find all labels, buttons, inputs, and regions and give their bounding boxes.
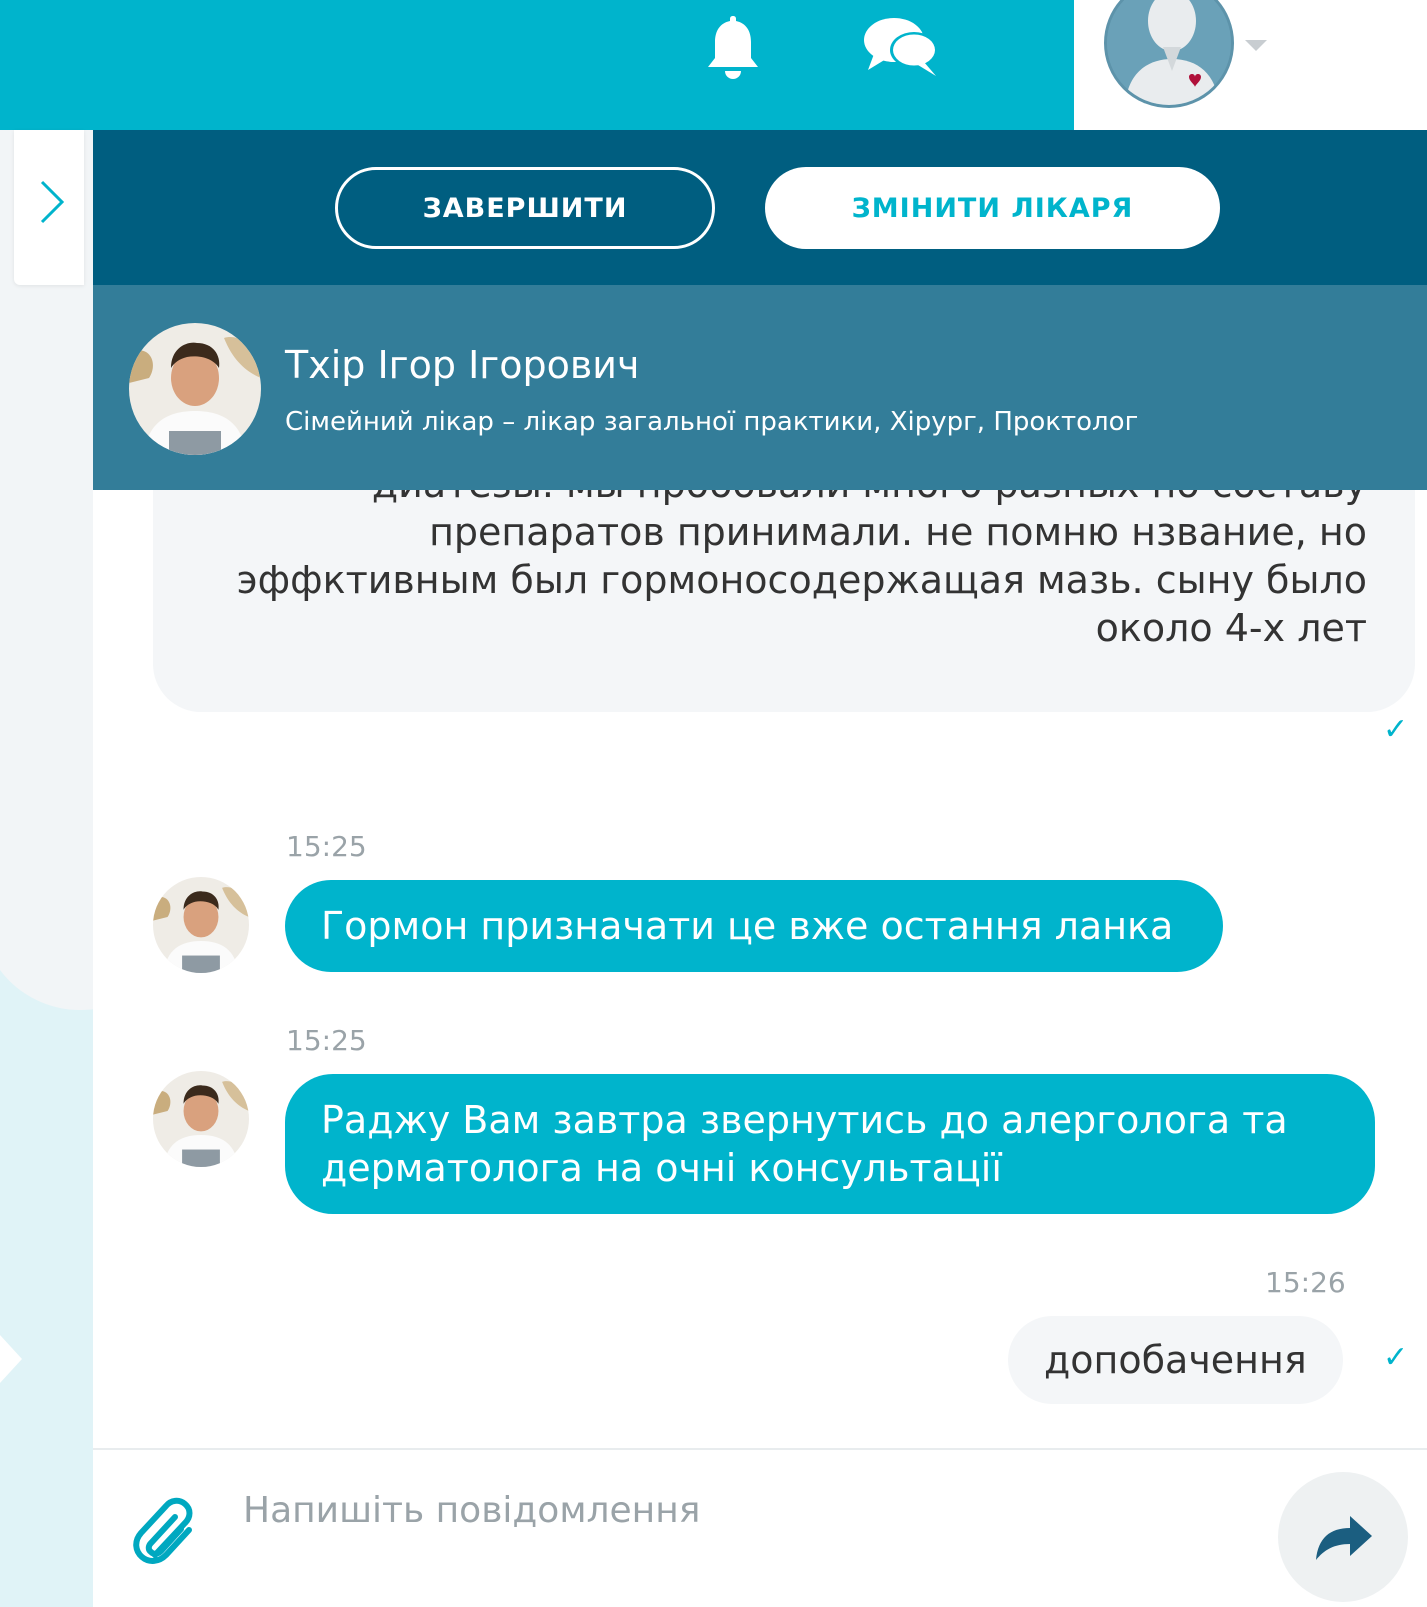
doctor-avatar-small xyxy=(153,877,249,973)
read-check-icon: ✓ xyxy=(1383,712,1409,747)
chat-messages: у моего сташего сына в маленьком возраст… xyxy=(93,490,1427,1450)
finish-consultation-button[interactable]: ЗАВЕРШИТИ xyxy=(335,167,715,249)
top-bar xyxy=(0,0,1074,130)
doctor-info-panel: Тхір Ігор Ігорович Сімейний лікар – ліка… xyxy=(93,285,1427,490)
left-decoration-arrow xyxy=(0,1335,22,1383)
doctor-message-bubble: Раджу Вам завтра звернутись до алерголог… xyxy=(285,1074,1375,1214)
user-message-bubble: у моего сташего сына в маленьком возраст… xyxy=(153,490,1415,712)
chevron-right-icon xyxy=(40,180,65,224)
sidebar-toggle-button[interactable] xyxy=(14,130,84,285)
left-decoration xyxy=(0,920,93,1607)
message-time: 15:25 xyxy=(286,1024,367,1057)
user-message-text: у моего сташего сына в маленьком возраст… xyxy=(236,490,1367,650)
consultation-action-bar xyxy=(93,130,1427,285)
doctor-avatar-small xyxy=(153,1071,249,1167)
message-time: 15:26 xyxy=(1265,1266,1346,1299)
send-arrow-icon xyxy=(1316,1516,1372,1560)
send-button[interactable] xyxy=(1278,1472,1408,1602)
doctor-message-bubble: Гормон призначати це вже остання ланка xyxy=(285,880,1223,972)
message-composer xyxy=(93,1448,1427,1607)
paperclip-icon[interactable] xyxy=(133,1495,203,1570)
doctor-avatar[interactable] xyxy=(129,323,261,455)
doctor-specialization: Сімейний лікар – лікар загальної практик… xyxy=(285,407,1139,437)
message-time: 15:25 xyxy=(286,830,367,863)
doctor-name: Тхір Ігор Ігорович xyxy=(285,343,640,387)
change-doctor-button[interactable]: ЗМІНИТИ ЛІКАРЯ xyxy=(765,167,1220,249)
bell-icon[interactable] xyxy=(705,12,761,82)
read-check-icon: ✓ xyxy=(1383,1340,1409,1375)
chat-bubbles-icon[interactable] xyxy=(862,12,942,82)
chevron-down-icon[interactable] xyxy=(1245,40,1267,51)
user-message-bubble: допобачення xyxy=(1008,1316,1343,1404)
message-input[interactable] xyxy=(243,1480,1243,1540)
